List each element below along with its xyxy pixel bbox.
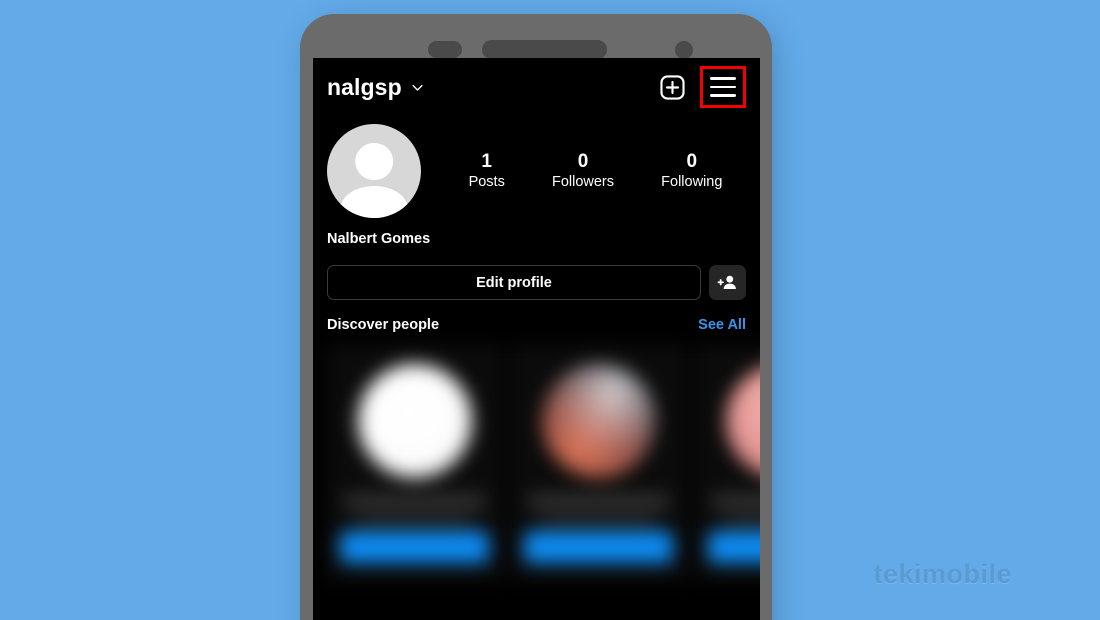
- discover-follow-button[interactable]: [524, 531, 673, 563]
- discover-person-name: [712, 494, 760, 509]
- watermark-tekimobile: tekimobile: [873, 559, 1012, 589]
- hamburger-bar: [710, 77, 736, 80]
- discover-person-name: [528, 494, 669, 509]
- add-post-button[interactable]: [658, 73, 686, 101]
- avatar-head-shape: [355, 142, 393, 181]
- discover-person-avatar: [725, 364, 760, 478]
- stat-following[interactable]: 0 Following: [661, 150, 722, 193]
- hamburger-bar: [710, 85, 736, 89]
- discover-follow-button[interactable]: [340, 531, 489, 563]
- chevron-down-icon: [412, 84, 423, 91]
- profile-action-row: Edit profile: [313, 247, 760, 300]
- discover-person-card[interactable]: [695, 345, 760, 580]
- discover-person-avatar: [541, 364, 656, 478]
- stat-followers[interactable]: 0 Followers: [552, 150, 614, 193]
- menu-button-highlight[interactable]: [700, 66, 746, 108]
- stat-following-value: 0: [686, 150, 698, 172]
- profile-section: 1 Posts 0 Followers 0 Following Nalbert …: [313, 116, 760, 247]
- discover-people-carousel[interactable]: [313, 333, 760, 580]
- discover-person-card[interactable]: [511, 345, 686, 580]
- profile-stats: 1 Posts 0 Followers 0 Following: [421, 150, 746, 193]
- discover-person-subtitle: [358, 515, 471, 526]
- hamburger-bar: [710, 94, 736, 97]
- discover-person-card[interactable]: [327, 345, 502, 580]
- discover-person-avatar: [357, 364, 472, 478]
- profile-summary-row: 1 Posts 0 Followers 0 Following: [327, 116, 746, 218]
- avatar[interactable]: [327, 124, 421, 218]
- username-label: nalgsp: [327, 73, 402, 100]
- stat-followers-label: Followers: [551, 174, 615, 191]
- stat-posts-value: 1: [481, 150, 492, 172]
- stat-posts[interactable]: 1 Posts: [469, 150, 505, 193]
- discover-people-header: Discover people See All: [313, 300, 760, 333]
- discover-see-all-link[interactable]: See All: [698, 317, 746, 333]
- app-header: nalgsp: [313, 58, 760, 116]
- proximity-sensor-icon: [428, 41, 462, 58]
- stat-following-label: Following: [661, 174, 723, 191]
- hamburger-menu-icon: [710, 77, 736, 97]
- header-actions: [658, 66, 746, 108]
- discover-follow-button[interactable]: [708, 531, 760, 563]
- person-add-icon: [717, 275, 736, 289]
- discover-people-title: Discover people: [327, 317, 440, 333]
- phone-screen: nalgsp 1 Posts 0 Followers 0 Following N…: [313, 58, 760, 620]
- earpiece-speaker-icon: [482, 40, 607, 59]
- edit-profile-button[interactable]: Edit profile: [327, 265, 701, 300]
- front-camera-icon: [675, 41, 693, 59]
- discover-people-toggle-button[interactable]: [709, 265, 746, 300]
- profile-display-name: Nalbert Gomes: [327, 231, 431, 247]
- stat-posts-label: Posts: [468, 174, 505, 191]
- discover-person-subtitle: [542, 515, 655, 526]
- plus-square-icon: [659, 74, 685, 100]
- avatar-body-shape: [340, 186, 408, 218]
- discover-person-name: [344, 494, 485, 509]
- username-dropdown[interactable]: nalgsp: [327, 74, 425, 101]
- stat-followers-value: 0: [577, 150, 589, 172]
- screenshot-canvas: tekimobile nalgsp 1 Posts 0 Followers 0 …: [0, 0, 1100, 620]
- discover-person-subtitle: [726, 515, 760, 526]
